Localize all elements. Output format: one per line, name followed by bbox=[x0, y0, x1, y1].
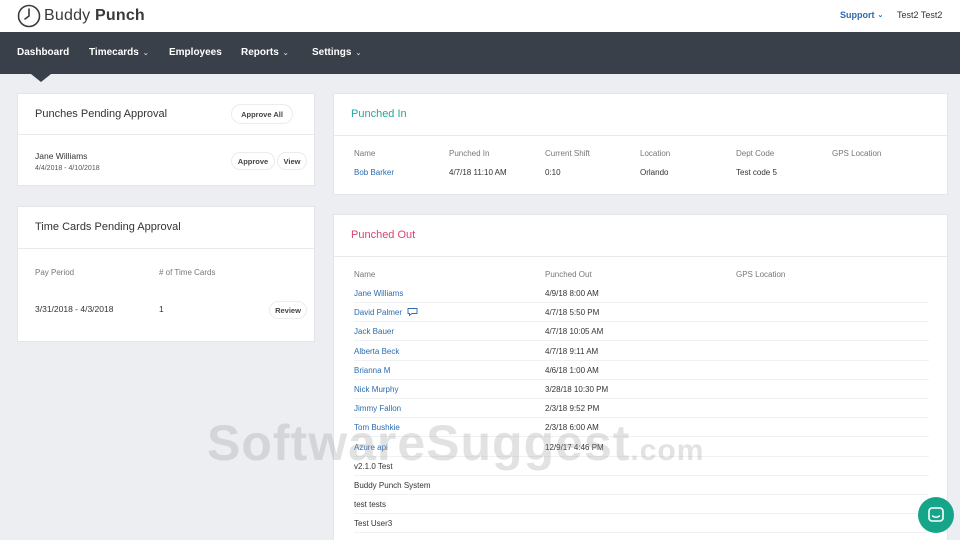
nav-label: Timecards bbox=[89, 47, 139, 58]
punched-in-title: Punched In bbox=[351, 108, 407, 120]
chat-icon bbox=[928, 507, 944, 522]
timecards-pending-title: Time Cards Pending Approval bbox=[35, 221, 181, 233]
timecards-pending-card: Time Cards Pending Approval Pay Period #… bbox=[17, 206, 315, 342]
nav-reports[interactable]: Reports ⌄ bbox=[241, 47, 289, 58]
punched-out-employee-name[interactable]: Jimmy Fallon bbox=[354, 404, 401, 413]
clock-logo-icon bbox=[17, 4, 41, 28]
punched-out-title: Punched Out bbox=[351, 229, 416, 241]
punched-out-time: 4/7/18 5:50 PM bbox=[545, 308, 600, 318]
row-divider bbox=[354, 513, 929, 515]
nav-label: Employees bbox=[169, 47, 222, 58]
punched-out-employee-name[interactable]: Nick Murphy bbox=[354, 385, 398, 394]
punched-out-employee-name: test tests bbox=[354, 500, 387, 510]
punches-pending-title: Punches Pending Approval bbox=[35, 108, 168, 120]
punched-out-time: 2/3/18 9:52 PM bbox=[545, 404, 600, 414]
dept-code-value: Test code 5 bbox=[736, 168, 777, 177]
header-punched-in: Punched In bbox=[449, 149, 490, 158]
chevron-down-icon: ⌄ bbox=[142, 49, 149, 57]
row-divider bbox=[354, 340, 929, 342]
chevron-down-icon: ⌄ bbox=[355, 49, 362, 57]
row-divider bbox=[354, 474, 929, 476]
header-location: Location bbox=[640, 149, 671, 158]
nav-employees[interactable]: Employees bbox=[169, 47, 222, 58]
location-value: Orlando bbox=[640, 168, 669, 177]
punched-out-employee-name: Test User3 bbox=[354, 519, 393, 529]
watermark-suffix: .com bbox=[630, 434, 705, 467]
punched-out-employee-name: Buddy Punch System bbox=[354, 481, 431, 490]
nav-label: Reports bbox=[241, 47, 279, 58]
row-divider bbox=[354, 398, 929, 399]
row-divider bbox=[354, 494, 929, 495]
punched-out-time: 4/7/18 9:11 AM bbox=[545, 346, 599, 356]
current-shift-value: 0:10 bbox=[545, 168, 561, 177]
divider bbox=[18, 134, 314, 135]
row-divider bbox=[354, 378, 929, 380]
header-gps-location: GPS Location bbox=[832, 149, 882, 158]
punched-out-time: 3/28/18 10:30 PM bbox=[545, 385, 609, 394]
row-divider bbox=[354, 321, 929, 323]
header-current-shift: Current Shift bbox=[545, 149, 590, 158]
nav-label: Dashboard bbox=[17, 47, 70, 58]
divider bbox=[334, 135, 947, 136]
punched-out-employee-name[interactable]: David Palmer bbox=[354, 308, 402, 317]
approve-button[interactable]: Approve bbox=[232, 153, 274, 169]
header-name: Name bbox=[354, 149, 376, 158]
support-label: Support bbox=[840, 10, 875, 20]
punched-out-employee-name[interactable]: Brianna M bbox=[354, 366, 390, 375]
main-nav: Dashboard Timecards ⌄ Employees Reports ⌄ … bbox=[0, 32, 960, 74]
active-nav-pointer bbox=[31, 74, 51, 82]
nav-timecards[interactable]: Timecards ⌄ bbox=[89, 47, 149, 58]
header-name: Name bbox=[354, 270, 376, 279]
punched-out-employee-name[interactable]: Jane Williams bbox=[354, 289, 403, 298]
review-button[interactable]: Review bbox=[270, 302, 306, 318]
row-divider bbox=[354, 532, 929, 534]
chevron-down-icon: ⌄ bbox=[282, 49, 289, 57]
row-divider bbox=[354, 302, 929, 303]
punched-in-employee-link[interactable]: Bob Barker bbox=[354, 168, 394, 177]
approve-all-button[interactable]: Approve All bbox=[232, 105, 292, 123]
punched-out-employee-name[interactable]: Alberta Beck bbox=[354, 347, 399, 356]
watermark: SoftwareSuggest.com bbox=[207, 414, 704, 472]
pending-employee-name: Jane Williams bbox=[35, 151, 88, 161]
watermark-main: SoftwareSuggest bbox=[207, 415, 631, 471]
chat-launcher-button[interactable] bbox=[918, 497, 954, 533]
punched-out-employee-name[interactable]: Jack Bauer bbox=[354, 327, 394, 336]
punches-pending-card: Punches Pending Approval Approve All Jan… bbox=[17, 93, 315, 186]
punched-out-card: Punched Out Name Punched Out GPS Locatio… bbox=[333, 214, 948, 540]
nav-dashboard[interactable]: Dashboard bbox=[17, 47, 69, 58]
nav-settings[interactable]: Settings ⌄ bbox=[312, 47, 361, 58]
top-bar: Buddy Punch Support ⌄ Test2 Test2 bbox=[0, 0, 960, 32]
header-gps-location: GPS Location bbox=[736, 270, 786, 279]
chevron-down-icon: ⌄ bbox=[877, 12, 884, 19]
divider bbox=[334, 256, 947, 257]
row-divider bbox=[354, 359, 929, 361]
brand-name-light: Buddy bbox=[44, 7, 96, 24]
punched-in-time: 4/7/18 11:10 AM bbox=[449, 168, 507, 177]
logo[interactable]: Buddy Punch bbox=[17, 4, 145, 28]
divider bbox=[18, 248, 314, 249]
header-pay-period: Pay Period bbox=[35, 268, 75, 277]
header-timecard-count: # of Time Cards bbox=[159, 268, 216, 277]
punched-in-card: Punched In Name Punched In Current Shift… bbox=[333, 93, 948, 195]
brand-name: Buddy Punch bbox=[44, 7, 145, 25]
brand-name-bold: Punch bbox=[95, 7, 145, 24]
support-menu[interactable]: Support ⌄ bbox=[840, 10, 883, 20]
view-button[interactable]: View bbox=[278, 153, 306, 169]
timecard-count-value: 1 bbox=[159, 304, 164, 314]
header-punched-out: Punched Out bbox=[545, 270, 592, 279]
pending-dates: 4/4/2018 - 4/10/2018 bbox=[35, 165, 100, 172]
header-dept-code: Dept Code bbox=[736, 149, 775, 158]
pay-period-value: 3/31/2018 - 4/3/2018 bbox=[35, 304, 114, 314]
punched-out-time: 4/6/18 1:00 AM bbox=[545, 365, 599, 375]
punched-out-time: 4/9/18 8:00 AM bbox=[545, 289, 599, 298]
nav-label: Settings bbox=[312, 47, 352, 58]
comment-icon[interactable] bbox=[407, 307, 418, 319]
user-menu[interactable]: Test2 Test2 bbox=[897, 10, 942, 20]
punched-out-time: 4/7/18 10:05 AM bbox=[545, 327, 604, 337]
